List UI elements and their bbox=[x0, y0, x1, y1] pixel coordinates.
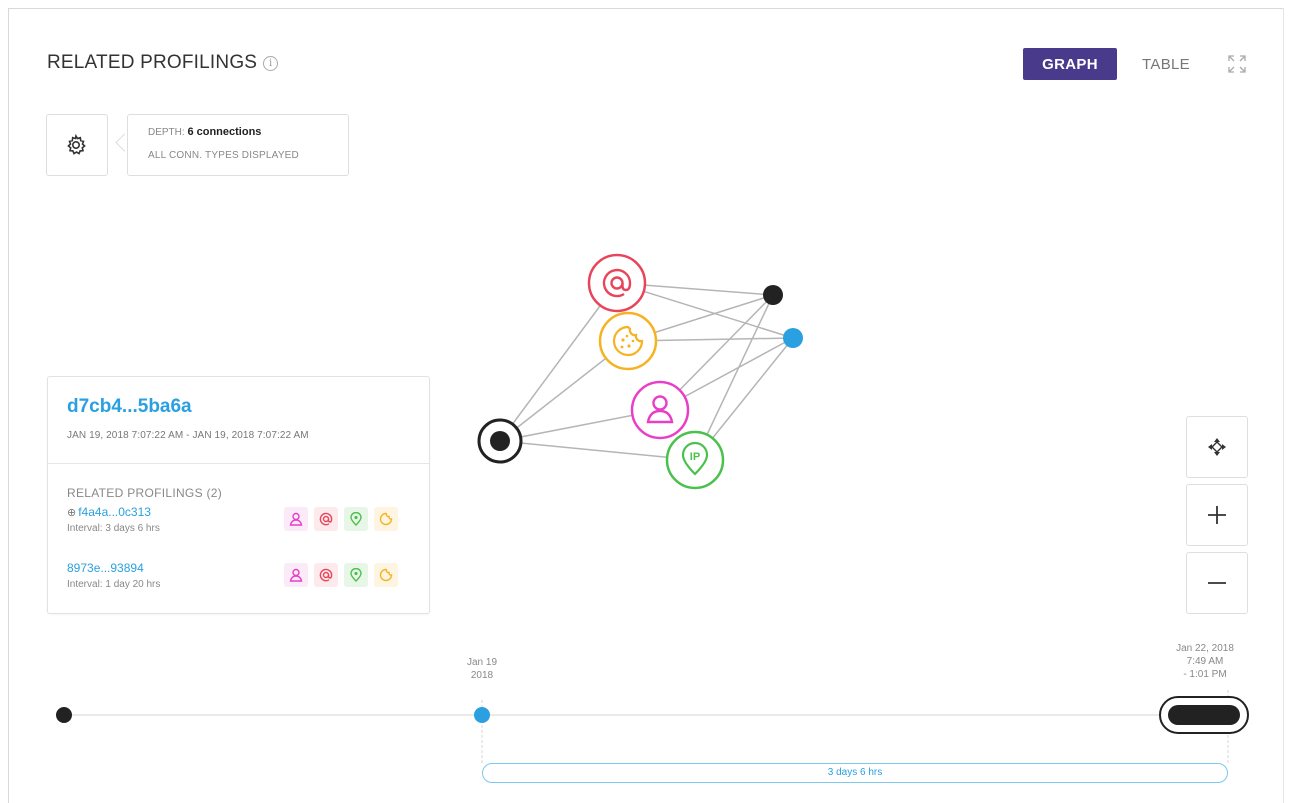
user-node[interactable] bbox=[630, 380, 690, 440]
timeline-interval-bar: 3 days 6 hrs bbox=[482, 763, 1228, 783]
timeline-end-time: 7:49 AM bbox=[1186, 656, 1224, 667]
at-icon bbox=[319, 512, 333, 526]
email-node[interactable] bbox=[587, 253, 647, 313]
ip-tag bbox=[344, 563, 368, 587]
timeline-end-time-range: - 1:01 PM bbox=[1183, 669, 1227, 680]
cookie-icon bbox=[379, 512, 393, 526]
ip-label: IP bbox=[690, 451, 700, 463]
ip-node[interactable]: IP bbox=[665, 430, 725, 490]
profile-id-link[interactable]: d7cb4...5ba6a bbox=[67, 396, 192, 418]
related-profiling-id[interactable]: f4a4a...0c313 bbox=[78, 505, 151, 519]
timeline-end-date: Jan 22, 2018 bbox=[1176, 643, 1234, 654]
related-interval: Interval: 1 day 20 hrs bbox=[67, 579, 161, 590]
related-profiling-row: 8973e...93894 Interval: 1 day 20 hrs bbox=[67, 561, 417, 601]
email-tag bbox=[314, 507, 338, 531]
timeline bbox=[56, 690, 1249, 765]
ip-tag bbox=[344, 507, 368, 531]
timeline-range-handle-fill bbox=[1168, 705, 1240, 725]
user-icon bbox=[289, 568, 303, 582]
related-profiling-link[interactable]: ⊕ f4a4a...0c313 bbox=[67, 505, 151, 519]
root-node[interactable] bbox=[477, 418, 523, 464]
cookie-node[interactable] bbox=[598, 311, 658, 371]
minus-icon bbox=[1208, 582, 1226, 584]
graph-edge bbox=[499, 440, 696, 461]
timeline-start-date: Jan 19 bbox=[466, 657, 498, 668]
at-icon bbox=[319, 568, 333, 582]
expand-plus-icon[interactable]: ⊕ bbox=[67, 507, 76, 519]
cookie-tag bbox=[374, 507, 398, 531]
ip-pin-icon bbox=[350, 512, 362, 526]
related-profiling-row: ⊕ f4a4a...0c313 Interval: 3 days 6 hrs bbox=[67, 505, 417, 545]
plus-icon bbox=[1208, 506, 1226, 524]
related-interval: Interval: 3 days 6 hrs bbox=[67, 523, 160, 534]
graph-edge bbox=[499, 282, 618, 442]
related-profiling-link[interactable]: 8973e...93894 bbox=[67, 561, 144, 575]
move-icon bbox=[1208, 438, 1226, 456]
profile-node-b[interactable] bbox=[783, 328, 803, 348]
user-icon bbox=[289, 512, 303, 526]
cookie-tag bbox=[374, 563, 398, 587]
timeline-start-dot[interactable] bbox=[56, 707, 72, 723]
target-icon bbox=[490, 431, 510, 451]
divider bbox=[48, 463, 429, 464]
profile-card: d7cb4...5ba6a JAN 19, 2018 7:07:22 AM - … bbox=[47, 376, 430, 614]
timeline-end-label: Jan 22, 2018 7:49 AM - 1:01 PM bbox=[1160, 642, 1250, 681]
related-profilings-heading: RELATED PROFILINGS (2) bbox=[67, 486, 223, 500]
zoom-out-button[interactable] bbox=[1186, 552, 1248, 614]
email-tag bbox=[314, 563, 338, 587]
profile-date-range: JAN 19, 2018 7:07:22 AM - JAN 19, 2018 7… bbox=[67, 430, 309, 441]
zoom-in-button[interactable] bbox=[1186, 484, 1248, 546]
profile-node-a[interactable] bbox=[763, 285, 783, 305]
user-tag bbox=[284, 507, 308, 531]
timeline-selected-dot[interactable] bbox=[474, 707, 490, 723]
user-tag bbox=[284, 563, 308, 587]
timeline-start-year: 2018 bbox=[470, 670, 494, 681]
cookie-icon bbox=[379, 568, 393, 582]
center-graph-button[interactable] bbox=[1186, 416, 1248, 478]
timeline-start-label: Jan 19 2018 bbox=[452, 656, 512, 682]
ip-pin-icon bbox=[350, 568, 362, 582]
